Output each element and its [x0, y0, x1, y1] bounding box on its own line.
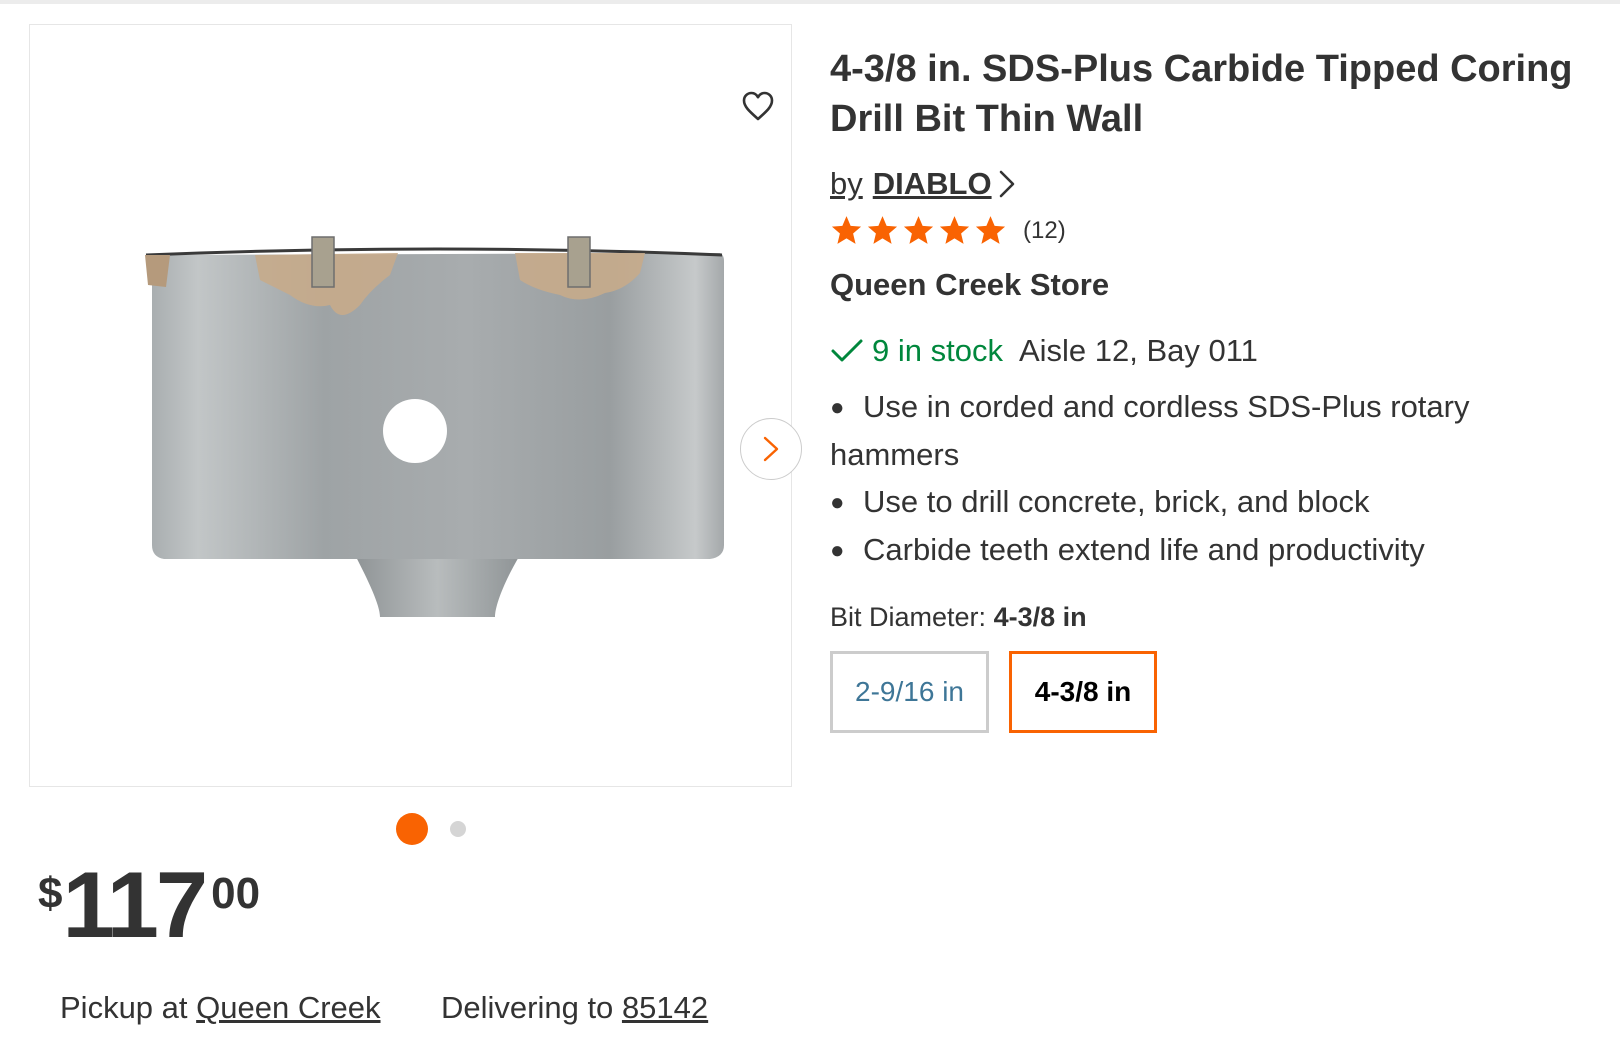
- image-pagination: [396, 813, 466, 845]
- rating[interactable]: (12): [830, 214, 1590, 247]
- feature-text: Use to drill concrete, brick, and block: [863, 484, 1370, 519]
- star-icon: [867, 216, 898, 244]
- price-dollars: 117: [62, 852, 208, 957]
- stock-quantity: 9 in stock: [872, 333, 1003, 368]
- chevron-right-icon: [999, 170, 1014, 198]
- store-name: Queen Creek Store: [830, 267, 1110, 302]
- star-icon: [975, 216, 1006, 244]
- variant-selected-value: 4-3/8 in: [993, 602, 1087, 632]
- image-dot-active[interactable]: [396, 813, 428, 845]
- pickup-store-link[interactable]: Queen Creek: [196, 990, 380, 1025]
- product-image: [145, 236, 724, 617]
- image-dot[interactable]: [450, 821, 466, 837]
- aisle-location: Aisle 12, Bay 011: [1018, 333, 1258, 368]
- price: $ 117 00: [38, 852, 261, 957]
- brand-link[interactable]: by DIABLO: [830, 166, 1590, 202]
- list-item: ● Carbide teeth extend life and productiv…: [830, 532, 1425, 567]
- top-divider: [0, 0, 1620, 4]
- star-icon: [939, 216, 970, 244]
- feature-list: ● Use in corded and cordless SDS-Plus rot…: [830, 383, 1590, 574]
- heart-outline-icon: [742, 91, 774, 121]
- variant-option-2-9-16[interactable]: 2-9/16 in: [830, 651, 989, 733]
- variant-label-text: Bit Diameter:: [830, 602, 987, 632]
- product-title: 4-3/8 in. SDS-Plus Carbide Tipped Coring…: [830, 48, 1573, 140]
- delivery-zip-link[interactable]: 85142: [622, 990, 708, 1025]
- star-rating: [830, 214, 1007, 247]
- checkmark-icon: [831, 339, 863, 362]
- list-item: ● Use to drill concrete, brick, and block: [830, 484, 1370, 519]
- delivery-prefix: Delivering to: [441, 990, 614, 1025]
- product-image-gallery: [29, 24, 802, 787]
- star-icon: [903, 216, 934, 244]
- brand-name[interactable]: DIABLO: [873, 166, 992, 202]
- product-page: $ 117 00 Pickup at Queen Creek Deliverin…: [0, 0, 1620, 1043]
- variant-option-4-3-8-selected[interactable]: 4-3/8 in: [1009, 651, 1157, 733]
- star-icon: [831, 216, 862, 244]
- stock-status: 9 in stock Aisle 12, Bay 011: [830, 333, 1590, 369]
- review-count[interactable]: (12): [1023, 217, 1066, 245]
- product-info: 4-3/8 in. SDS-Plus Carbide Tipped Coring…: [830, 44, 1590, 733]
- favorite-button[interactable]: [735, 83, 781, 129]
- brand-prefix: by: [830, 166, 863, 201]
- price-cents: 00: [211, 869, 261, 918]
- variant-options: 2-9/16 in 4-3/8 in: [830, 651, 1590, 733]
- chevron-right-icon: [763, 436, 779, 462]
- list-item: ● Use in corded and cordless SDS-Plus rot…: [830, 389, 1470, 472]
- delivery-info: Delivering to 85142: [441, 990, 708, 1026]
- feature-text: Carbide teeth extend life and productivi…: [863, 532, 1425, 567]
- pickup-prefix: Pickup at: [60, 990, 188, 1025]
- pickup-info: Pickup at Queen Creek: [60, 990, 381, 1026]
- variant-label: Bit Diameter: 4-3/8 in: [830, 602, 1590, 633]
- feature-text: Use in corded and cordless SDS-Plus rota…: [830, 389, 1470, 472]
- next-image-button[interactable]: [740, 418, 802, 480]
- price-currency: $: [38, 869, 63, 918]
